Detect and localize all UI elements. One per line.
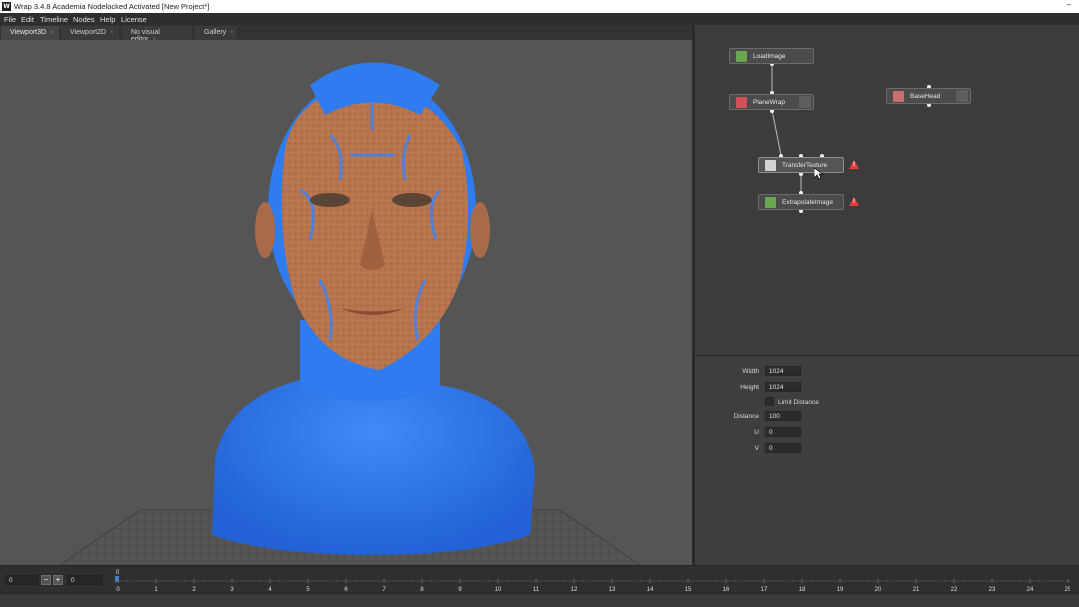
warning-glyph: ! (853, 162, 855, 168)
v-label: V (754, 445, 759, 452)
tab-viewport2d[interactable]: Viewport2D × (61, 26, 119, 40)
limit-distance-label: Limit Distance (778, 399, 819, 406)
u-label: U (754, 429, 759, 436)
status-bar (0, 593, 1079, 607)
minimize-button[interactable]: – (1067, 0, 1071, 9)
menu-license[interactable]: License (121, 15, 147, 24)
tab-label: Gallery (204, 29, 227, 36)
menu-edit[interactable]: Edit (21, 15, 34, 24)
properties-panel: Width 1024 Height 1024 Limit Distance Di… (695, 355, 1079, 565)
width-label: Width (742, 368, 759, 375)
texture-icon (765, 160, 776, 171)
node-editor[interactable]: LoadImage PlaneWrap BaseHead TransferTex… (695, 25, 1079, 355)
height-label: Height (740, 384, 759, 391)
warning-icon: ! (849, 197, 859, 206)
close-icon[interactable]: × (110, 30, 114, 36)
menu-timeline[interactable]: Timeline (40, 15, 68, 24)
node-label: BaseHead (910, 93, 941, 100)
left-ear (255, 202, 275, 258)
window-title: Wrap 3.4.8 Academia Nodelocked Activated… (14, 2, 210, 11)
visibility-bulb-icon[interactable] (799, 96, 811, 108)
image-icon (765, 197, 776, 208)
image-icon (736, 51, 747, 62)
tab-label: Viewport2D (70, 29, 107, 36)
menu-bar: File Edit Timeline Nodes Help License (0, 13, 1079, 25)
current-frame-label: 0 (116, 570, 120, 576)
increment-frame-button[interactable]: + (53, 575, 63, 585)
left-eye (310, 193, 350, 207)
node-connections (770, 62, 931, 213)
timeline-ruler[interactable]: 0 0 1 2 3 4 5 6 7 8 9 10 11 12 13 14 15 16 17 18 19 20 21 22 23… (110, 566, 1070, 594)
menu-nodes[interactable]: Nodes (73, 15, 95, 24)
height-field[interactable]: 1024 (765, 382, 801, 392)
node-label: PlaneWrap (753, 99, 786, 106)
tab-no-visual-editor[interactable]: No visual editor× (122, 26, 192, 43)
close-icon[interactable]: × (230, 30, 234, 36)
viewport-3d[interactable] (0, 40, 692, 565)
tab-gallery[interactable]: Gallery × (195, 26, 237, 40)
wrap-icon (736, 97, 747, 108)
decrement-frame-button[interactable]: − (41, 575, 51, 585)
visibility-bulb-icon[interactable] (956, 90, 968, 102)
menu-file[interactable]: File (4, 15, 16, 24)
app-logo: W (2, 2, 11, 11)
warning-glyph: ! (853, 199, 855, 205)
u-field[interactable]: 0 (765, 427, 801, 437)
width-field[interactable]: 1024 (765, 366, 801, 376)
node-label: ExtrapolateImage (782, 199, 833, 206)
v-field[interactable]: 0 (765, 443, 801, 453)
node-extrapolateimage[interactable]: ExtrapolateImage (758, 194, 844, 210)
right-eye (392, 193, 432, 207)
end-frame-field[interactable]: 0 (67, 575, 103, 585)
viewport-tab-bar: Viewport3D× Viewport2D× No visual editor… (0, 25, 692, 43)
warning-icon: ! (849, 160, 859, 169)
node-loadimage[interactable]: LoadImage (729, 48, 814, 64)
node-label: LoadImage (753, 53, 786, 60)
tab-label: Viewport3D (10, 29, 47, 36)
frame-field[interactable]: 0 (5, 575, 39, 585)
title-bar: W Wrap 3.4.8 Academia Nodelocked Activat… (0, 0, 1079, 13)
menu-help[interactable]: Help (100, 15, 115, 24)
right-ear (470, 202, 490, 258)
distance-field[interactable]: 100 (765, 411, 801, 421)
distance-label: Distance (733, 413, 759, 420)
node-planewrap[interactable]: PlaneWrap (729, 94, 814, 110)
limit-distance-checkbox[interactable] (765, 397, 774, 406)
node-transfertexture[interactable]: TransferTexture (758, 157, 844, 173)
viewport-scene (59, 62, 641, 565)
close-icon[interactable]: × (50, 30, 54, 36)
node-basehead[interactable]: BaseHead (886, 88, 971, 104)
tab-viewport3d[interactable]: Viewport3D × (1, 26, 59, 40)
geometry-icon (893, 91, 904, 102)
timeline: 0 − + 0 0 0 1 2 3 4 5 6 7 8 9 10 11 12 13 14 15 16 17 18 19… (0, 565, 1079, 593)
mouse-cursor-icon (814, 168, 824, 180)
